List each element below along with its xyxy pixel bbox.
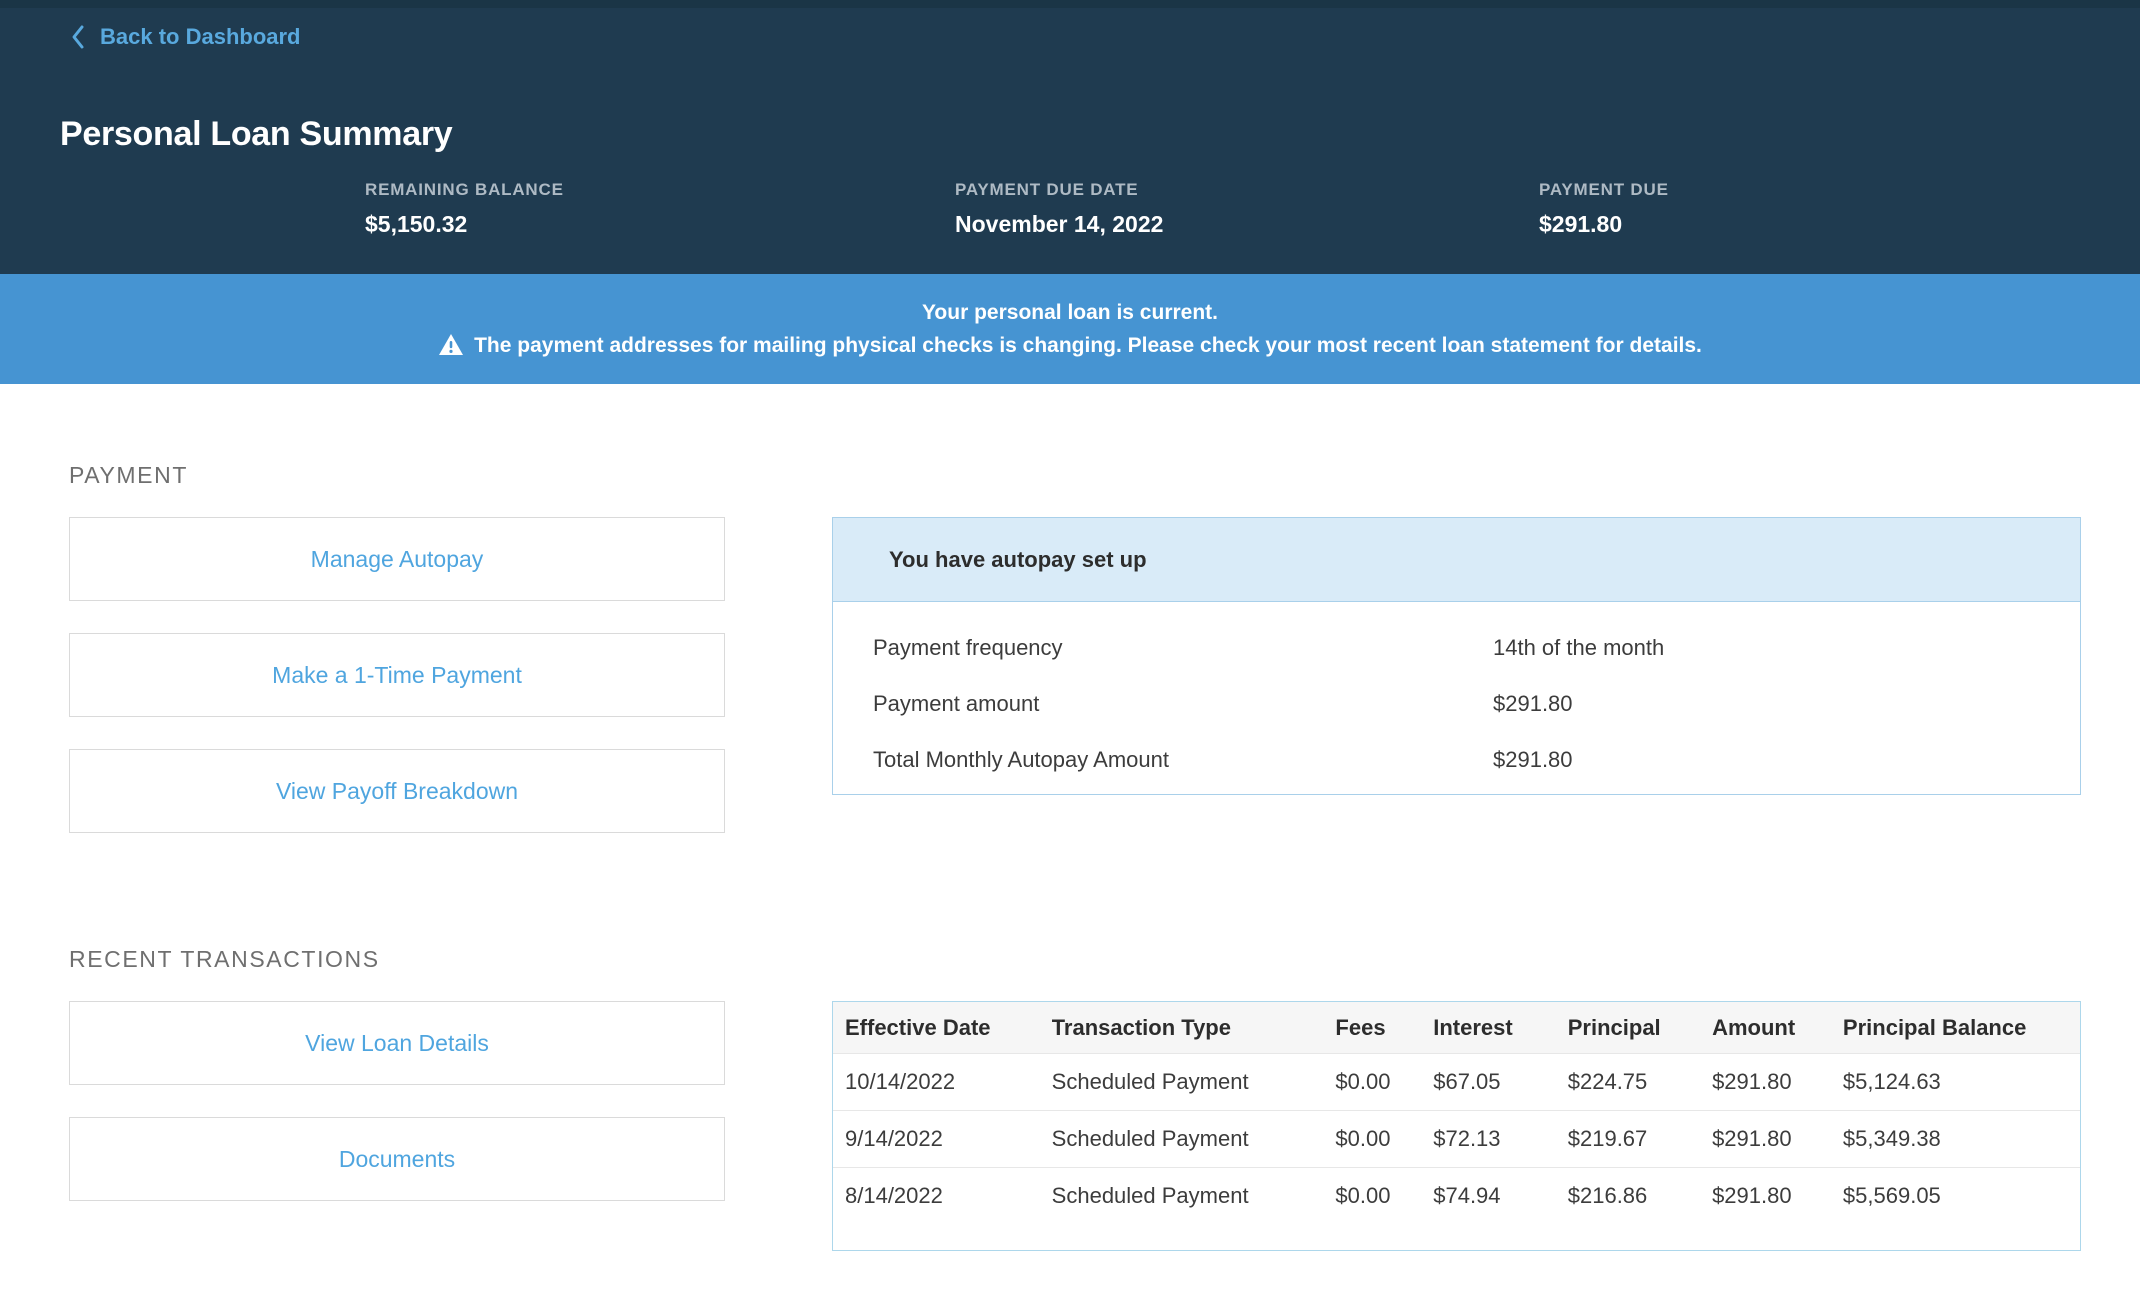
autopay-row-total-monthly: Total Monthly Autopay Amount $291.80 xyxy=(873,732,2080,788)
autopay-summary-card: You have autopay set up Payment frequenc… xyxy=(832,517,2081,795)
cell-transaction-type: Scheduled Payment xyxy=(1052,1126,1336,1152)
cell-interest: $72.13 xyxy=(1433,1126,1568,1152)
cell-amount: $291.80 xyxy=(1712,1126,1843,1152)
one-time-payment-button[interactable]: Make a 1-Time Payment xyxy=(69,633,725,717)
stat-label: PAYMENT DUE DATE xyxy=(955,180,1163,200)
stat-value: $5,150.32 xyxy=(365,211,564,238)
cell-effective-date: 9/14/2022 xyxy=(845,1126,1052,1152)
page-title: Personal Loan Summary xyxy=(60,115,452,154)
cell-interest: $74.94 xyxy=(1433,1183,1568,1209)
table-row: 10/14/2022 Scheduled Payment $0.00 $67.0… xyxy=(833,1053,2080,1110)
cell-fees: $0.00 xyxy=(1335,1183,1433,1209)
cell-amount: $291.80 xyxy=(1712,1183,1843,1209)
stat-value: November 14, 2022 xyxy=(955,211,1163,238)
autopay-row-frequency: Payment frequency 14th of the month xyxy=(873,620,2080,676)
cell-transaction-type: Scheduled Payment xyxy=(1052,1069,1336,1095)
row-label: Payment frequency xyxy=(873,635,1493,661)
stat-payment-due-date: PAYMENT DUE DATE November 14, 2022 xyxy=(955,180,1163,238)
column-header-effective-date: Effective Date xyxy=(845,1015,1052,1041)
cell-principal: $216.86 xyxy=(1568,1183,1712,1209)
transactions-section-label: RECENT TRANSACTIONS xyxy=(69,946,380,973)
view-loan-details-button[interactable]: View Loan Details xyxy=(69,1001,725,1085)
notice-text: The payment addresses for mailing physic… xyxy=(474,334,1702,358)
manage-autopay-button[interactable]: Manage Autopay xyxy=(69,517,725,601)
cell-principal-balance: $5,349.38 xyxy=(1843,1126,2068,1152)
personal-loan-summary-page: Back to Dashboard Personal Loan Summary … xyxy=(0,0,2140,1310)
back-to-dashboard-link[interactable]: Back to Dashboard xyxy=(70,24,301,50)
row-value: $291.80 xyxy=(1493,691,1573,717)
documents-button[interactable]: Documents xyxy=(69,1117,725,1201)
loan-status-banner: Your personal loan is current. The payme… xyxy=(0,274,2140,384)
mailing-address-notice: The payment addresses for mailing physic… xyxy=(438,334,1702,358)
column-header-transaction-type: Transaction Type xyxy=(1052,1015,1336,1041)
window-top-edge xyxy=(0,0,2140,8)
cell-principal: $224.75 xyxy=(1568,1069,1712,1095)
cell-principal-balance: $5,124.63 xyxy=(1843,1069,2068,1095)
table-row: 8/14/2022 Scheduled Payment $0.00 $74.94… xyxy=(833,1167,2080,1224)
loan-current-status: Your personal loan is current. xyxy=(922,301,1218,325)
cell-effective-date: 10/14/2022 xyxy=(845,1069,1052,1095)
stat-remaining-balance: REMAINING BALANCE $5,150.32 xyxy=(365,180,564,238)
stat-payment-due: PAYMENT DUE $291.80 xyxy=(1539,180,1669,238)
autopay-row-amount: Payment amount $291.80 xyxy=(873,676,2080,732)
autopay-card-body: Payment frequency 14th of the month Paym… xyxy=(833,602,2080,788)
column-header-principal-balance: Principal Balance xyxy=(1843,1015,2068,1041)
column-header-fees: Fees xyxy=(1335,1015,1433,1041)
payment-section-label: PAYMENT xyxy=(69,462,188,489)
table-header-row: Effective Date Transaction Type Fees Int… xyxy=(833,1002,2080,1053)
cell-interest: $67.05 xyxy=(1433,1069,1568,1095)
cell-fees: $0.00 xyxy=(1335,1126,1433,1152)
cell-principal-balance: $5,569.05 xyxy=(1843,1183,2068,1209)
row-label: Total Monthly Autopay Amount xyxy=(873,747,1493,773)
column-header-principal: Principal xyxy=(1568,1015,1712,1041)
warning-triangle-icon xyxy=(438,333,464,356)
stat-value: $291.80 xyxy=(1539,211,1669,238)
cell-effective-date: 8/14/2022 xyxy=(845,1183,1052,1209)
payoff-breakdown-button[interactable]: View Payoff Breakdown xyxy=(69,749,725,833)
hero-header: Back to Dashboard Personal Loan Summary … xyxy=(0,0,2140,274)
stat-label: PAYMENT DUE xyxy=(1539,180,1669,200)
autopay-card-title: You have autopay set up xyxy=(833,518,2080,602)
loan-stats-row: REMAINING BALANCE $5,150.32 PAYMENT DUE … xyxy=(0,180,2140,260)
row-label: Payment amount xyxy=(873,691,1493,717)
cell-principal: $219.67 xyxy=(1568,1126,1712,1152)
recent-transactions-table: Effective Date Transaction Type Fees Int… xyxy=(832,1001,2081,1251)
stat-label: REMAINING BALANCE xyxy=(365,180,564,200)
back-link-label: Back to Dashboard xyxy=(100,24,301,50)
column-header-interest: Interest xyxy=(1433,1015,1568,1041)
row-value: $291.80 xyxy=(1493,747,1573,773)
cell-transaction-type: Scheduled Payment xyxy=(1052,1183,1336,1209)
cell-amount: $291.80 xyxy=(1712,1069,1843,1095)
table-row: 9/14/2022 Scheduled Payment $0.00 $72.13… xyxy=(833,1110,2080,1167)
cell-fees: $0.00 xyxy=(1335,1069,1433,1095)
row-value: 14th of the month xyxy=(1493,635,1664,661)
chevron-left-icon xyxy=(70,24,86,50)
column-header-amount: Amount xyxy=(1712,1015,1843,1041)
